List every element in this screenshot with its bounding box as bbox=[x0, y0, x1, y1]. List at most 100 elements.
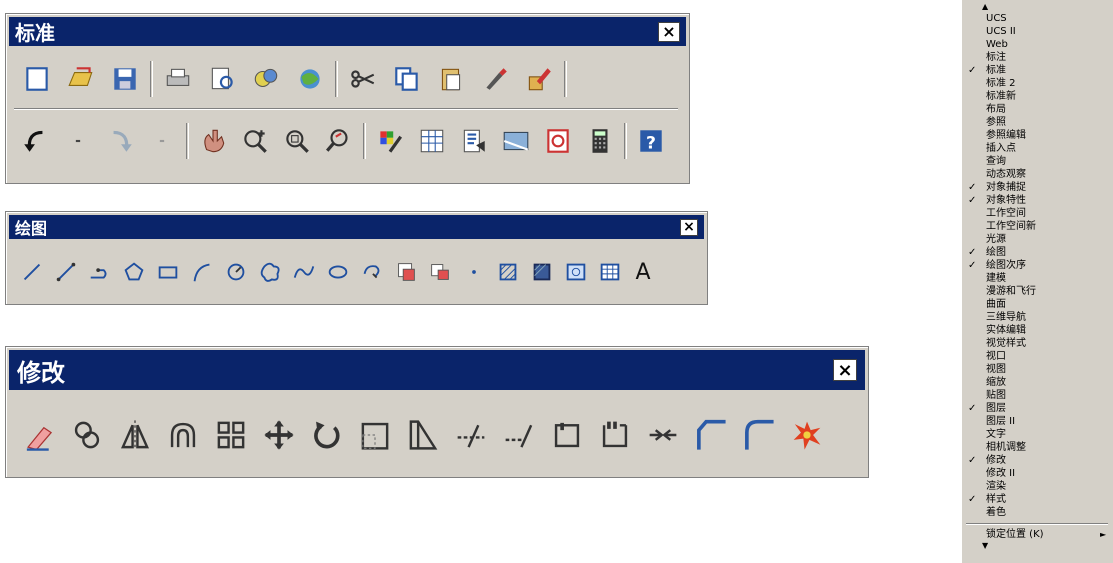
construction-line-button[interactable] bbox=[50, 257, 81, 288]
menu-item[interactable]: 曲面 bbox=[962, 298, 1112, 311]
zoom-window-button[interactable] bbox=[279, 123, 315, 159]
trim-button[interactable] bbox=[450, 414, 492, 456]
sheet-set-button[interactable] bbox=[498, 123, 534, 159]
extend-button[interactable] bbox=[498, 414, 540, 456]
make-block-button[interactable] bbox=[424, 257, 455, 288]
menu-item[interactable]: UCS II bbox=[962, 25, 1112, 38]
menu-item[interactable]: 光源 bbox=[962, 233, 1112, 246]
menu-item[interactable]: ✓ 对象捕捉 bbox=[962, 181, 1112, 194]
open-button[interactable] bbox=[62, 60, 100, 98]
menu-item[interactable]: 图层 II bbox=[962, 415, 1112, 428]
arc-button[interactable] bbox=[186, 257, 217, 288]
menu-item[interactable]: 标准新 bbox=[962, 90, 1112, 103]
menu-item[interactable]: 参照 bbox=[962, 116, 1112, 129]
menu-item[interactable]: 查询 bbox=[962, 155, 1112, 168]
undo-dropdown-button[interactable] bbox=[60, 123, 96, 159]
menu-item[interactable]: 渲染 bbox=[962, 480, 1112, 493]
menu-item[interactable]: 工作空间 bbox=[962, 207, 1112, 220]
chamfer-button[interactable] bbox=[690, 414, 732, 456]
menu-item[interactable]: 视口 bbox=[962, 350, 1112, 363]
zoom-previous-button[interactable] bbox=[321, 123, 357, 159]
menu-item[interactable]: 文字 bbox=[962, 428, 1112, 441]
menu-item[interactable]: 实体编辑 bbox=[962, 324, 1112, 337]
mirror-button[interactable] bbox=[114, 414, 156, 456]
line-button[interactable] bbox=[16, 257, 47, 288]
standard-toolbar-titlebar[interactable]: 标准 × bbox=[9, 17, 686, 46]
new-button[interactable] bbox=[18, 60, 56, 98]
explode-button[interactable] bbox=[786, 414, 828, 456]
pan-button[interactable] bbox=[195, 123, 231, 159]
cut-button[interactable] bbox=[344, 60, 382, 98]
menu-item[interactable]: 参照编辑 bbox=[962, 129, 1112, 142]
multiline-text-button[interactable]: A bbox=[628, 257, 658, 287]
block-editor-button[interactable] bbox=[520, 60, 558, 98]
redo-dropdown-button[interactable] bbox=[144, 123, 180, 159]
paste-button[interactable] bbox=[432, 60, 470, 98]
modify-close-button[interactable]: × bbox=[833, 359, 857, 381]
polygon-button[interactable] bbox=[118, 257, 149, 288]
menu-item[interactable]: 视觉样式 bbox=[962, 337, 1112, 350]
menu-item[interactable]: ✓ 绘图 bbox=[962, 246, 1112, 259]
scale-button[interactable] bbox=[354, 414, 396, 456]
fillet-button[interactable] bbox=[738, 414, 780, 456]
circle-button[interactable] bbox=[220, 257, 251, 288]
match-properties-button[interactable] bbox=[476, 60, 514, 98]
menu-item[interactable]: 相机调整 bbox=[962, 441, 1112, 454]
menu-item[interactable]: ✓ 图层 bbox=[962, 402, 1112, 415]
insert-block-button[interactable] bbox=[390, 257, 421, 288]
menu-item[interactable]: UCS bbox=[962, 12, 1112, 25]
copy-button[interactable] bbox=[388, 60, 426, 98]
menu-item[interactable]: ✓ 样式 bbox=[962, 493, 1112, 506]
redo-button[interactable] bbox=[102, 123, 138, 159]
save-button[interactable] bbox=[106, 60, 144, 98]
menu-item[interactable]: 着色 bbox=[962, 506, 1112, 519]
ellipse-arc-button[interactable] bbox=[356, 257, 387, 288]
array-button[interactable] bbox=[210, 414, 252, 456]
menu-item[interactable]: ✓ 绘图次序 bbox=[962, 259, 1112, 272]
web-publish-button[interactable] bbox=[291, 60, 329, 98]
publish-button[interactable] bbox=[247, 60, 285, 98]
menu-item[interactable]: 插入点 bbox=[962, 142, 1112, 155]
modify-toolbar-titlebar[interactable]: 修改 × bbox=[9, 350, 865, 390]
point-button[interactable] bbox=[458, 257, 489, 288]
menu-item[interactable]: 动态观察 bbox=[962, 168, 1112, 181]
properties-button[interactable] bbox=[372, 123, 408, 159]
region-button[interactable] bbox=[560, 257, 591, 288]
erase-button[interactable] bbox=[18, 414, 60, 456]
offset-button[interactable] bbox=[162, 414, 204, 456]
menu-item[interactable]: ✓ 修改 bbox=[962, 454, 1112, 467]
break-at-point-button[interactable] bbox=[546, 414, 588, 456]
help-button[interactable]: ? bbox=[633, 123, 669, 159]
revision-cloud-button[interactable] bbox=[254, 257, 285, 288]
undo-button[interactable] bbox=[18, 123, 54, 159]
menu-item[interactable]: 漫游和飞行 bbox=[962, 285, 1112, 298]
gradient-button[interactable] bbox=[526, 257, 557, 288]
menu-item[interactable]: 标准 2 bbox=[962, 77, 1112, 90]
menu-item[interactable]: 布局 bbox=[962, 103, 1112, 116]
join-button[interactable] bbox=[642, 414, 684, 456]
menu-scroll-up-arrow[interactable]: ▲ bbox=[982, 3, 988, 11]
polyline-button[interactable] bbox=[84, 257, 115, 288]
break-button[interactable] bbox=[594, 414, 636, 456]
menu-item[interactable]: 建模 bbox=[962, 272, 1112, 285]
rectangle-button[interactable] bbox=[152, 257, 183, 288]
tool-palettes-button[interactable] bbox=[456, 123, 492, 159]
menu-scroll-down-arrow[interactable]: ▼ bbox=[982, 542, 988, 550]
rotate-button[interactable] bbox=[306, 414, 348, 456]
plot-preview-button[interactable] bbox=[203, 60, 241, 98]
copy-object-button[interactable] bbox=[66, 414, 108, 456]
menu-item[interactable]: 贴图 bbox=[962, 389, 1112, 402]
ellipse-button[interactable] bbox=[322, 257, 353, 288]
zoom-realtime-button[interactable] bbox=[237, 123, 273, 159]
table-button[interactable] bbox=[594, 257, 625, 288]
hatch-button[interactable] bbox=[492, 257, 523, 288]
menu-item[interactable]: 三维导航 bbox=[962, 311, 1112, 324]
menu-item-lock-position[interactable]: 锁定位置 (K) ► bbox=[962, 528, 1112, 541]
draw-toolbar-titlebar[interactable]: 绘图 × bbox=[9, 215, 704, 239]
move-button[interactable] bbox=[258, 414, 300, 456]
spline-button[interactable] bbox=[288, 257, 319, 288]
menu-item[interactable]: ✓ 对象特性 bbox=[962, 194, 1112, 207]
markup-button[interactable] bbox=[540, 123, 576, 159]
plot-button[interactable] bbox=[159, 60, 197, 98]
menu-item[interactable]: 修改 II bbox=[962, 467, 1112, 480]
